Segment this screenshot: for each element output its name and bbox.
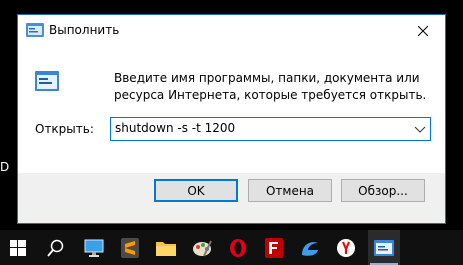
taskbar-yandex[interactable] <box>330 230 362 265</box>
run-program-icon <box>35 71 59 91</box>
search-button[interactable] <box>40 230 72 265</box>
open-input[interactable]: shutdown -s -t 1200 <box>115 121 235 135</box>
close-icon <box>418 25 428 36</box>
desktop-app-icon <box>84 239 104 257</box>
taskbar-sublime[interactable] <box>114 230 146 265</box>
taskbar-run[interactable] <box>368 230 400 265</box>
taskbar-opera[interactable] <box>222 230 254 265</box>
dialog-title: Выполнить <box>49 23 120 37</box>
paint-icon <box>193 240 212 256</box>
taskbar-explorer[interactable] <box>150 230 182 265</box>
taskbar-filezilla[interactable] <box>258 230 290 265</box>
open-label: Открыть: <box>35 122 94 136</box>
open-combobox[interactable]: shutdown -s -t 1200 <box>110 117 431 141</box>
cancel-button[interactable]: Отмена <box>248 179 332 202</box>
dialog-content: Введите имя программы, папки, документа … <box>18 46 445 173</box>
ok-button[interactable]: OK <box>154 179 238 202</box>
chevron-down-icon[interactable] <box>414 124 426 134</box>
filezilla-icon <box>265 237 283 258</box>
run-icon <box>26 23 44 37</box>
desktop-edge-text: D <box>0 160 10 174</box>
run-dialog-icon <box>374 239 394 256</box>
edge-icon <box>302 241 318 256</box>
taskbar-desktop-app[interactable] <box>78 230 110 265</box>
start-icon <box>10 239 26 256</box>
search-icon <box>47 239 64 257</box>
opera-icon <box>230 238 246 257</box>
run-dialog: Выполнить Введите имя программы, папки, … <box>17 14 446 224</box>
start-button[interactable] <box>2 230 34 265</box>
title-bar[interactable]: Выполнить <box>18 15 445 46</box>
taskbar-edge[interactable] <box>294 230 326 265</box>
browse-button[interactable]: Обзор... <box>341 179 425 202</box>
close-button[interactable] <box>401 15 445 46</box>
taskbar-paint[interactable] <box>186 230 218 265</box>
yandex-browser-icon <box>337 238 355 257</box>
sublime-text-icon <box>121 237 139 258</box>
taskbar <box>0 230 463 265</box>
file-explorer-icon <box>156 241 176 256</box>
dialog-description: Введите имя программы, папки, документа … <box>114 71 427 102</box>
